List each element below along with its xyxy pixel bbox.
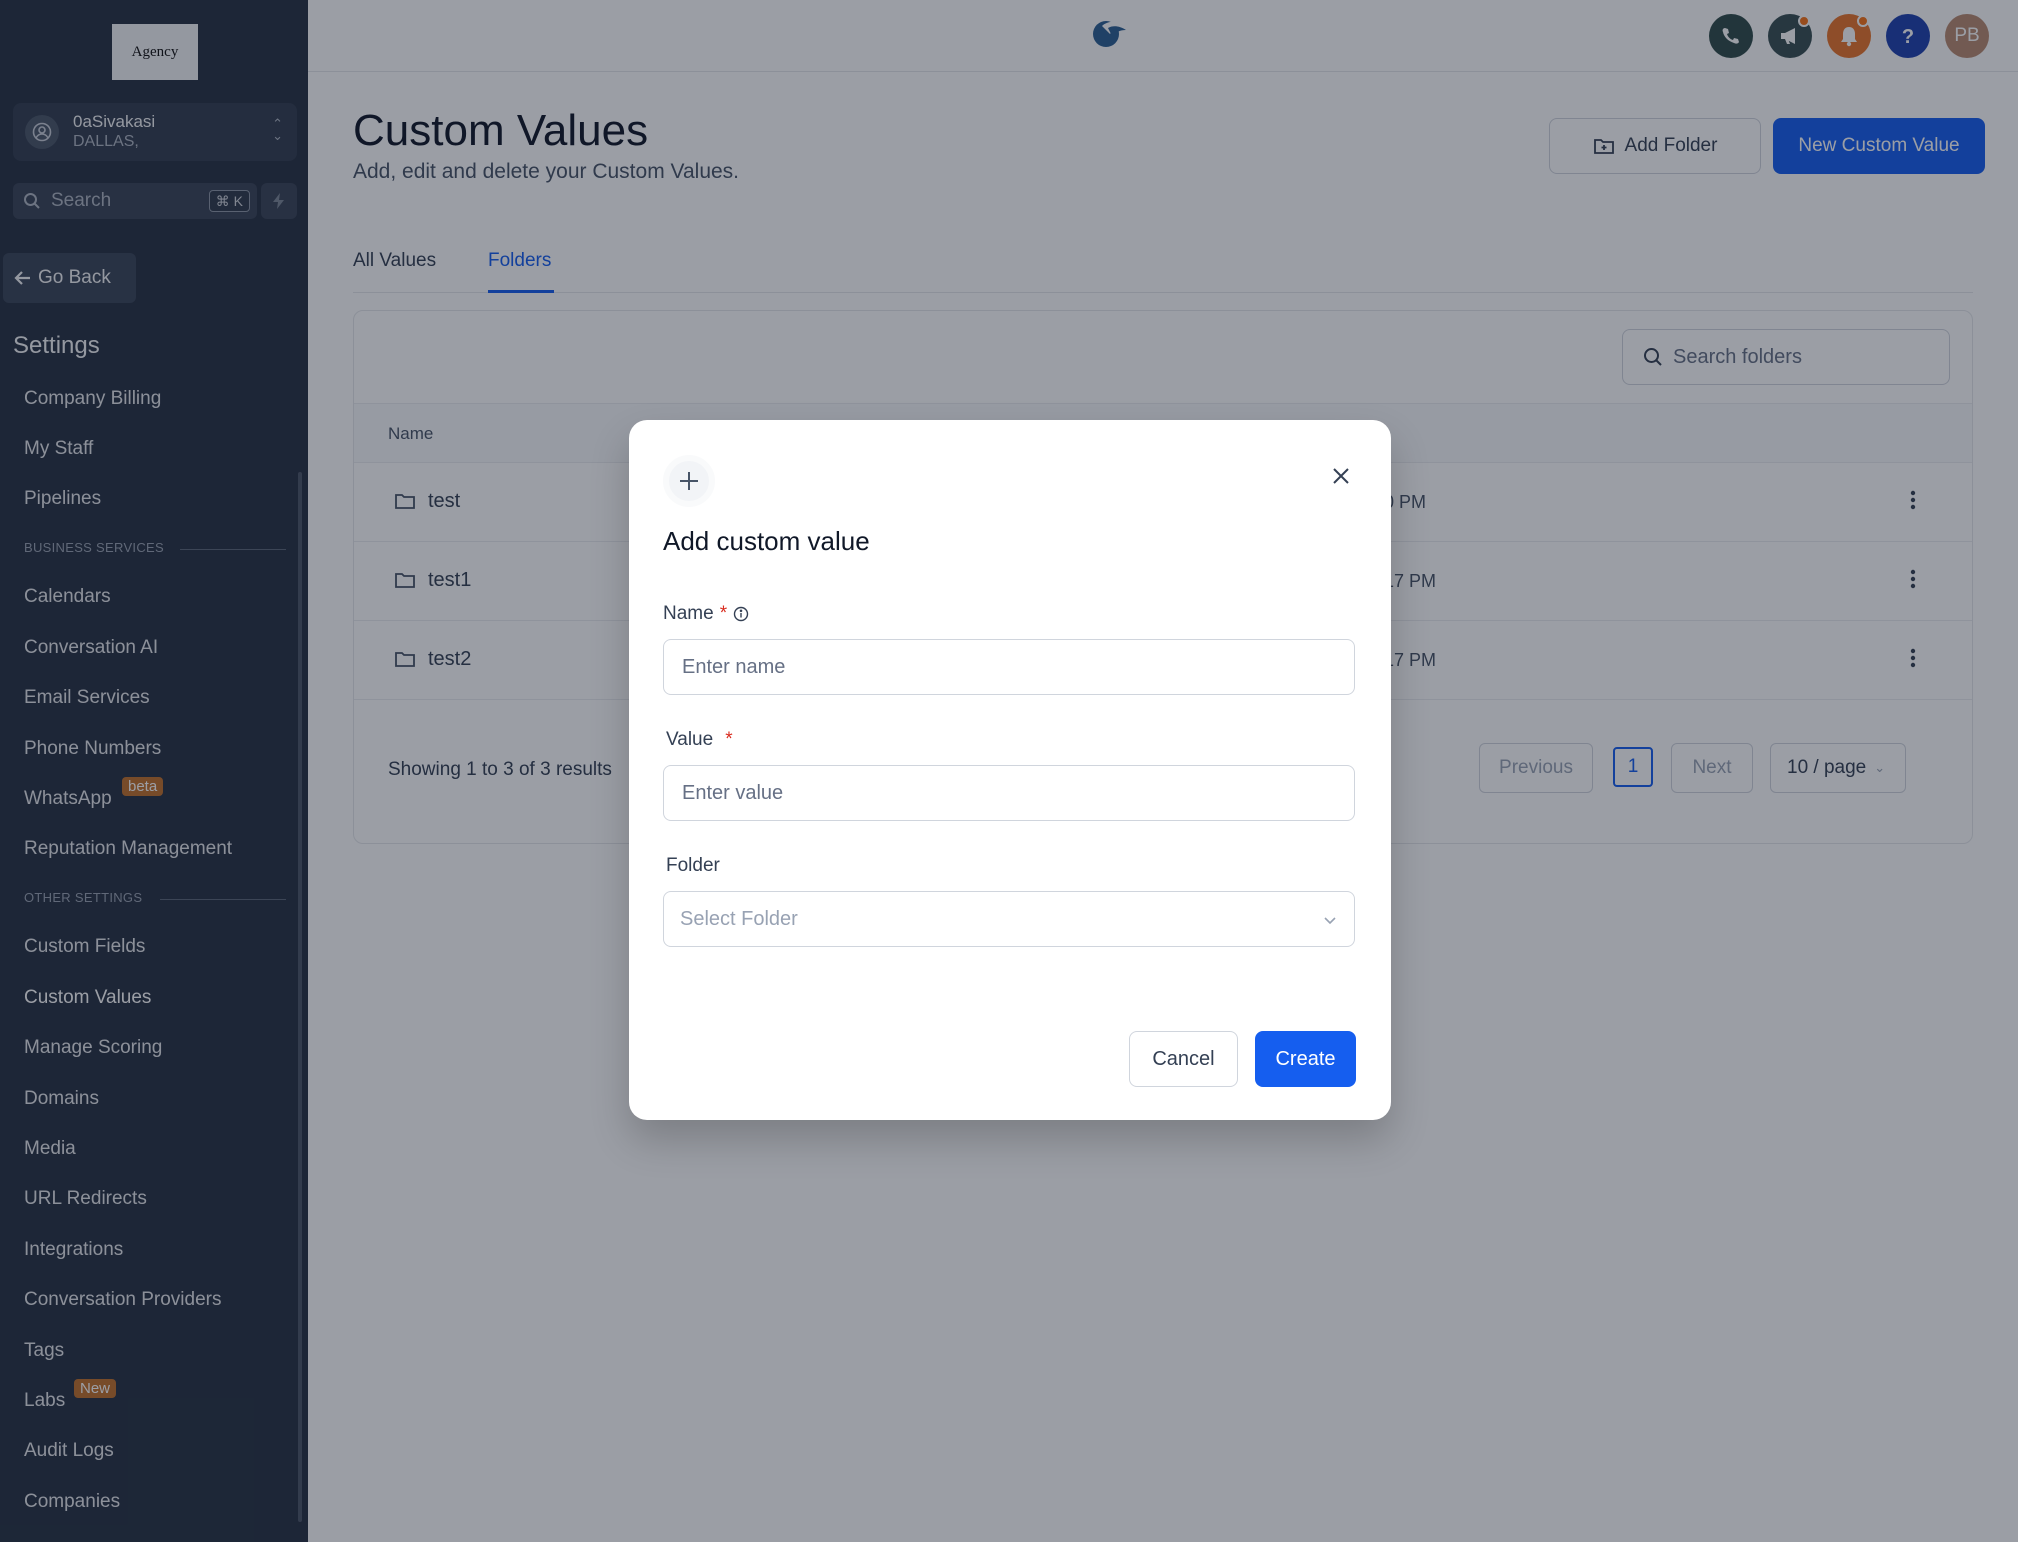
cancel-button[interactable]: Cancel [1129,1031,1238,1087]
folder-field-label: Folder [666,855,720,876]
required-asterisk: * [719,603,728,624]
value-input[interactable]: Enter value [663,765,1355,821]
value-label-text: Value [666,729,714,750]
name-input[interactable]: Enter name [663,639,1355,695]
info-icon[interactable] [733,606,749,622]
plus-icon [663,455,715,507]
folder-select-placeholder: Select Folder [680,907,798,930]
required-asterisk: * [725,729,733,750]
value-field-label: Value * [666,729,733,751]
close-icon[interactable] [1327,462,1355,490]
folder-select[interactable]: Select Folder [663,891,1355,947]
chevron-down-icon [1324,917,1336,925]
modal-title: Add custom value [663,526,870,556]
add-custom-value-modal: Add custom value Name * Enter name Value… [629,420,1391,1120]
create-button[interactable]: Create [1255,1031,1356,1087]
name-label-text: Name [663,603,714,624]
name-field-label: Name * [663,603,749,625]
